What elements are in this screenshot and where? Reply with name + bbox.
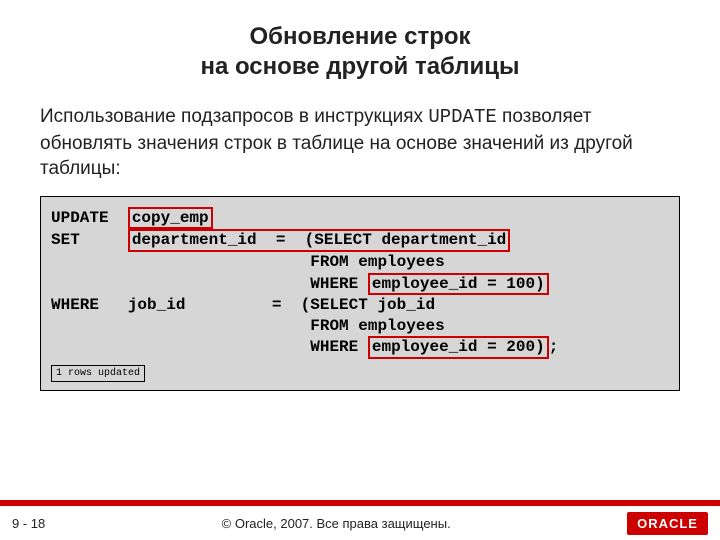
code-l7c: ; bbox=[549, 338, 559, 356]
footer: 9 - 18 © Oracle, 2007. Все права защищен… bbox=[0, 500, 720, 540]
result-box: 1 rows updated bbox=[51, 365, 145, 382]
code-highlight-set: department_id = (SELECT department_id bbox=[128, 229, 510, 251]
footer-row: 9 - 18 © Oracle, 2007. Все права защищен… bbox=[0, 506, 720, 540]
code-highlight-where1: employee_id = 100) bbox=[368, 273, 549, 295]
description: Использование подзапросов в инструкциях … bbox=[40, 104, 680, 182]
code-l7a: WHERE bbox=[51, 338, 368, 356]
code-l6: FROM employees bbox=[51, 317, 445, 335]
desc-part1: Использование подзапросов в инструкциях bbox=[40, 106, 428, 127]
copyright: © Oracle, 2007. Все права защищены. bbox=[222, 516, 451, 531]
code-l2a: SET bbox=[51, 231, 128, 249]
slide-title: Обновление строк на основе другой таблиц… bbox=[0, 0, 720, 82]
title-line-2: на основе другой таблицы bbox=[200, 53, 519, 80]
code-box: UPDATE copy_emp SET department_id = (SEL… bbox=[40, 196, 680, 391]
code-l1a: UPDATE bbox=[51, 209, 128, 227]
code-highlight-where2: employee_id = 200) bbox=[368, 336, 549, 358]
page-number: 9 - 18 bbox=[12, 516, 45, 531]
desc-mono: UPDATE bbox=[428, 106, 496, 128]
code-l3: FROM employees bbox=[51, 253, 445, 271]
oracle-logo: ORACLE bbox=[627, 512, 708, 535]
slide: Обновление строк на основе другой таблиц… bbox=[0, 0, 720, 540]
title-line-1: Обновление строк bbox=[249, 23, 470, 50]
code-l5: WHERE job_id = (SELECT job_id bbox=[51, 296, 435, 314]
code-l4a: WHERE bbox=[51, 275, 368, 293]
code-highlight-table: copy_emp bbox=[128, 207, 213, 229]
